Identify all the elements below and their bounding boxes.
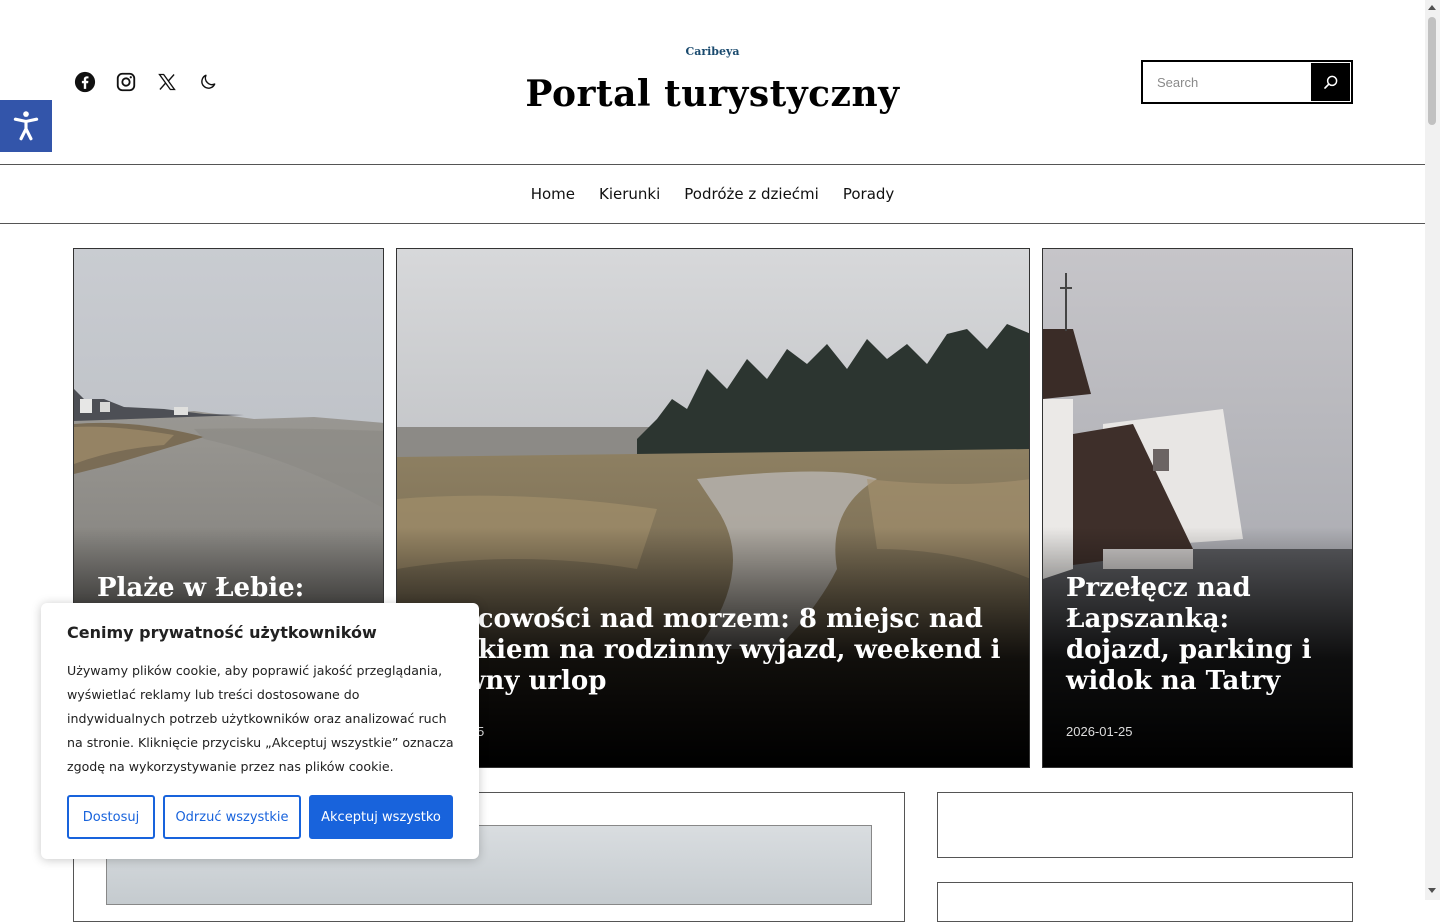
scroll-down-icon[interactable] [1428, 888, 1436, 893]
cookie-title: Cenimy prywatność użytkowników [67, 623, 377, 642]
sidebar-widget [937, 792, 1353, 858]
search-icon [1323, 75, 1337, 89]
accessibility-button[interactable] [0, 100, 52, 152]
post-title[interactable]: scowości nad morzem: 8 miejsc nad ykiem … [463, 604, 1023, 697]
nav-item-kierunki[interactable]: Kierunki [599, 185, 660, 203]
nav-item-porady[interactable]: Porady [843, 185, 894, 203]
scrollbar-thumb[interactable] [1428, 17, 1436, 125]
accessibility-icon [13, 111, 39, 141]
post-title[interactable]: Plaże w Łebie: [97, 573, 367, 604]
search-form [1141, 60, 1353, 104]
nav-item-podroze-z-dziecmi[interactable]: Podróże z dziećmi [684, 185, 819, 203]
sidebar-widget [937, 882, 1353, 922]
cookie-description: Używamy plików cookie, aby poprawić jako… [67, 663, 454, 774]
nav-item-home[interactable]: Home [531, 185, 575, 203]
featured-post-card[interactable]: scowości nad morzem: 8 miejsc nad ykiem … [396, 248, 1030, 768]
featured-post-card[interactable]: Przełęcz nad Łapszanką: dojazd, parking … [1042, 248, 1353, 768]
scroll-up-icon[interactable] [1428, 5, 1436, 10]
main-navigation: Home Kierunki Podróże z dziećmi Porady [0, 165, 1425, 224]
reject-all-button[interactable]: Odrzuć wszystkie [163, 795, 301, 839]
customize-button[interactable]: Dostosuj [67, 795, 155, 839]
cookie-consent-banner: Cenimy prywatność użytkowników Używamy p… [41, 603, 479, 859]
post-date: 2026-01-25 [1066, 724, 1133, 739]
brand-name[interactable]: Caribeya [0, 45, 1425, 58]
post-title[interactable]: Przełęcz nad Łapszanką: dojazd, parking … [1066, 573, 1336, 697]
search-button[interactable] [1311, 63, 1350, 101]
page-scrollbar[interactable] [1425, 0, 1440, 900]
site-header: Caribeya Portal turystyczny [0, 0, 1425, 165]
search-input[interactable] [1143, 62, 1311, 102]
accept-all-button[interactable]: Akceptuj wszystko [309, 795, 453, 839]
